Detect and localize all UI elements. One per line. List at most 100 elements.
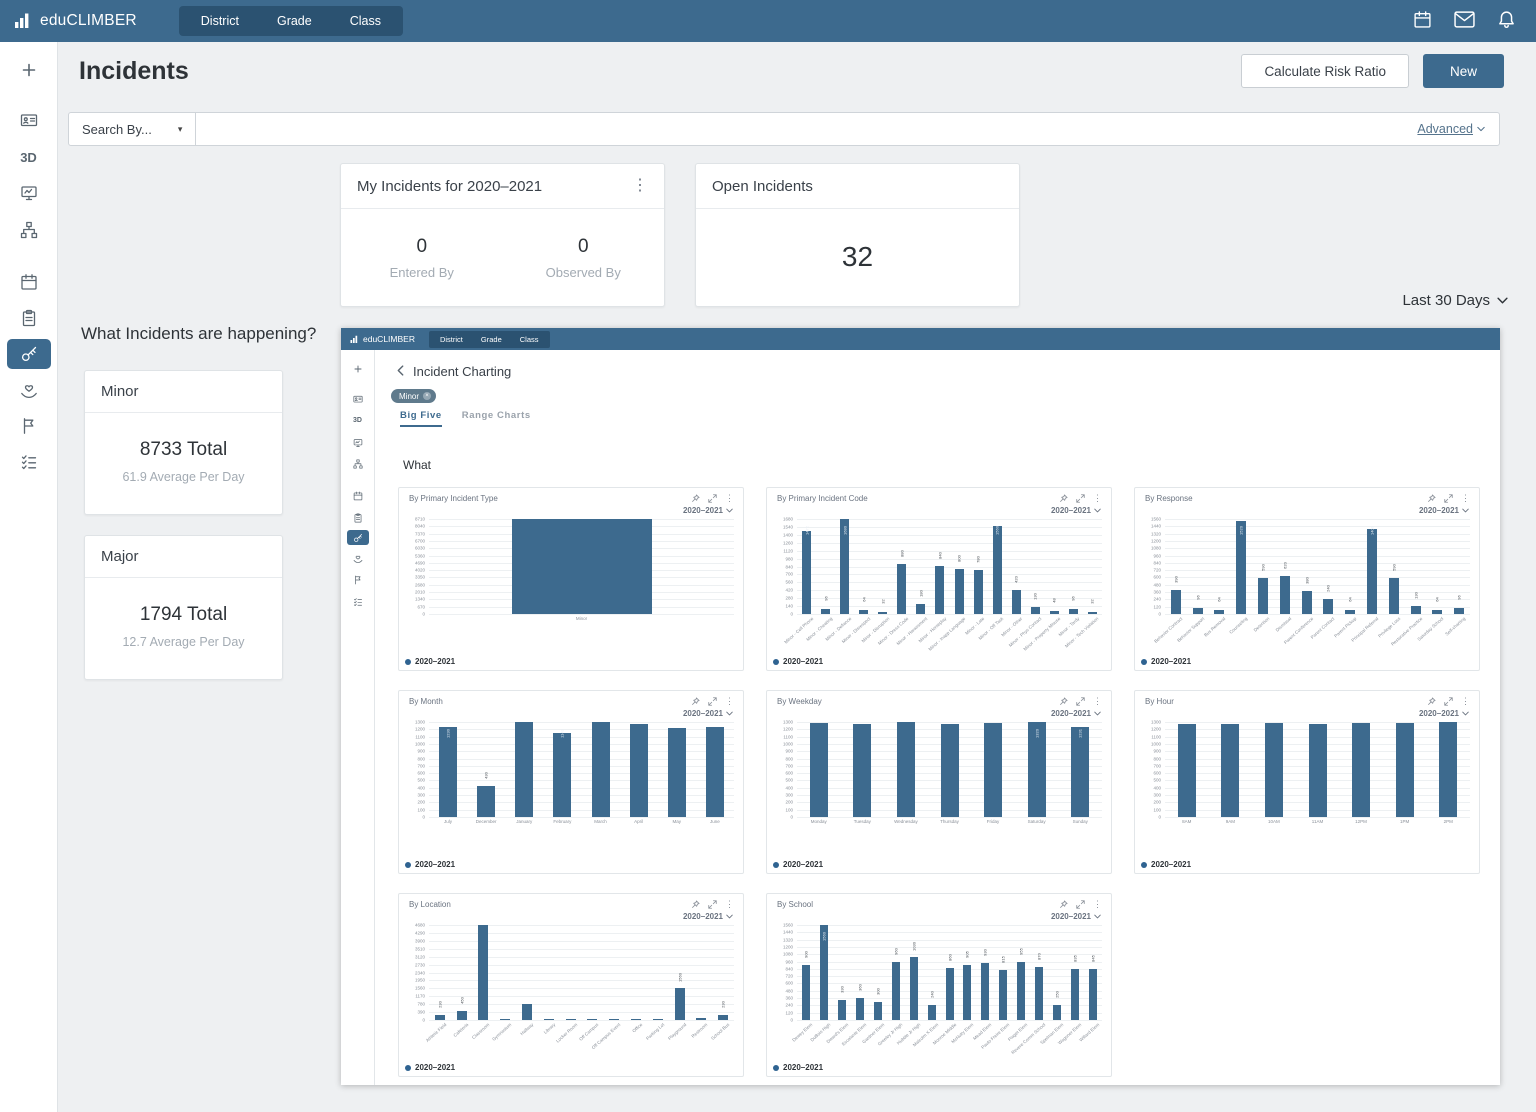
bar-type-0[interactable] [512,519,652,614]
sidebar-item-forms[interactable] [7,303,51,333]
bar-response-0[interactable] [1171,590,1181,614]
tab-district[interactable]: District [182,9,258,33]
panel-sidebar-item-screener[interactable] [347,435,369,450]
bar-school-9[interactable] [963,965,971,1020]
last-30-days-dropdown[interactable]: Last 30 Days [1402,292,1508,309]
expand-icon[interactable] [708,697,717,706]
minor-filter-chip[interactable]: Minor × [391,389,436,403]
panel-tab-class[interactable]: Class [511,333,548,346]
kebab-icon[interactable]: ⋮ [1093,494,1102,503]
panel-sidebar-item-incidents[interactable] [347,530,369,545]
kebab-icon[interactable]: ⋮ [1461,697,1470,706]
bar-response-5[interactable] [1280,576,1290,614]
panel-tab-grade[interactable]: Grade [472,333,511,346]
bar-school-11[interactable] [999,970,1007,1020]
bar-school-14[interactable] [1053,1005,1061,1020]
pin-icon[interactable] [1059,900,1068,909]
expand-icon[interactable] [1076,900,1085,909]
bar-location-11[interactable] [675,988,685,1020]
pin-icon[interactable] [1427,697,1436,706]
kebab-icon[interactable]: ⋮ [632,178,648,194]
panel-sidebar-item-students[interactable] [347,391,369,406]
chart-year-select[interactable]: 2020–2021 [1419,709,1469,718]
bar-month-5[interactable] [630,724,648,817]
bar-weekday-1[interactable] [853,724,871,817]
sidebar-item-screener[interactable] [7,178,51,208]
chart-year-select[interactable]: 2020–2021 [683,506,733,515]
tab-grade[interactable]: Grade [258,9,331,33]
bar-response-7[interactable] [1323,599,1333,614]
bar-month-7[interactable] [706,727,724,817]
sidebar-item-milestones[interactable] [7,411,51,441]
messages-button[interactable] [1454,11,1475,31]
tab-range-charts[interactable]: Range Charts [462,410,531,427]
tab-big-five[interactable]: Big Five [400,410,442,427]
pin-icon[interactable] [691,900,700,909]
bar-school-13[interactable] [1035,967,1043,1020]
bar-school-2[interactable] [838,1000,846,1020]
sidebar-item-checklist[interactable] [7,447,51,477]
search-by-dropdown[interactable]: Search By... ▾ [69,113,196,145]
bar-school-3[interactable] [856,998,864,1020]
pin-icon[interactable] [1427,494,1436,503]
sidebar-item-calendar[interactable] [7,267,51,297]
bar-code-9[interactable] [974,570,983,614]
major-card[interactable]: Major 1794 Total 12.7 Average Per Day [84,535,283,680]
minor-card[interactable]: Minor 8733 Total 61.9 Average Per Day [84,370,283,515]
bar-school-8[interactable] [946,968,954,1020]
bar-month-4[interactable] [592,722,610,817]
kebab-icon[interactable]: ⋮ [725,697,734,706]
bar-hour-1[interactable] [1221,724,1239,817]
expand-icon[interactable] [1444,697,1453,706]
bar-school-10[interactable] [981,963,989,1020]
bar-month-3[interactable] [553,733,571,817]
bar-month-1[interactable] [477,786,495,817]
bar-weekday-2[interactable] [897,722,915,817]
sidebar-item-students[interactable] [7,105,51,135]
kebab-icon[interactable]: ⋮ [725,900,734,909]
kebab-icon[interactable]: ⋮ [1461,494,1470,503]
kebab-icon[interactable]: ⋮ [1093,697,1102,706]
chart-year-select[interactable]: 2020–2021 [683,912,733,921]
calculate-risk-ratio-button[interactable]: Calculate Risk Ratio [1241,54,1409,88]
chart-year-select[interactable]: 2020–2021 [1051,912,1101,921]
bar-response-6[interactable] [1302,591,1312,614]
chip-close-icon[interactable]: × [423,392,431,400]
chart-year-select[interactable]: 2020–2021 [1051,709,1101,718]
bar-school-5[interactable] [892,962,900,1020]
bar-code-12[interactable] [1031,607,1040,614]
bar-school-12[interactable] [1017,962,1025,1020]
bar-school-7[interactable] [928,1005,936,1020]
bar-hour-3[interactable] [1309,724,1327,817]
bar-weekday-4[interactable] [984,723,1002,817]
sidebar-item-incidents[interactable] [7,339,51,369]
new-button[interactable]: New [1423,54,1504,88]
bar-code-11[interactable] [1012,590,1021,614]
bar-school-4[interactable] [874,1002,882,1020]
search-input[interactable] [196,113,1417,145]
bar-location-4[interactable] [522,1004,532,1020]
bar-month-6[interactable] [668,728,686,817]
bar-code-8[interactable] [955,569,964,614]
bar-response-9[interactable] [1367,529,1377,614]
tab-class[interactable]: Class [331,9,400,33]
pin-icon[interactable] [691,697,700,706]
pin-icon[interactable] [691,494,700,503]
kebab-icon[interactable]: ⋮ [725,494,734,503]
panel-sidebar-item-checklist[interactable] [347,594,369,609]
bar-response-11[interactable] [1411,606,1421,614]
bar-hour-0[interactable] [1178,724,1196,817]
expand-icon[interactable] [1076,494,1085,503]
bar-hour-5[interactable] [1396,723,1414,817]
bar-code-5[interactable] [897,564,906,614]
bar-school-0[interactable] [802,965,810,1020]
pin-icon[interactable] [1059,697,1068,706]
bar-school-15[interactable] [1071,969,1079,1020]
bar-location-1[interactable] [457,1011,467,1020]
panel-sidebar-item-calendar[interactable] [347,488,369,503]
pin-icon[interactable] [1059,494,1068,503]
bar-hour-2[interactable] [1265,723,1283,817]
bar-code-6[interactable] [916,604,925,614]
bar-weekday-3[interactable] [941,724,959,817]
bar-hour-6[interactable] [1439,722,1457,817]
